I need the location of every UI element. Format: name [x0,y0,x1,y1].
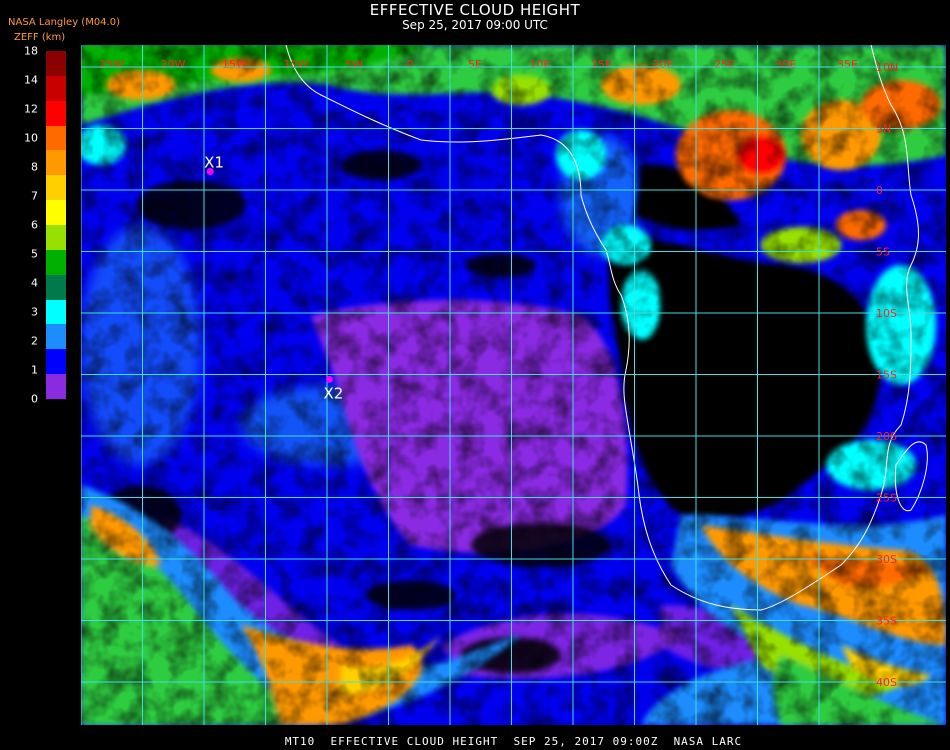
colorbar-label: 10 [24,131,38,145]
latitude-label: 25S [876,492,897,505]
colorbar-label: 3 [31,305,38,319]
latitude-label: 5N [876,123,891,136]
colorbar-segment [46,175,66,201]
colorbar: 18 14 12 10 8 7 6 5 4 3 2 1 0 [24,45,66,406]
cloud-field [81,45,946,725]
latitude-label: 5S [876,246,890,259]
colorbar-segment [46,200,66,226]
map-subtitle: Sep 25, 2017 09:00 UTC [402,18,548,32]
longitude-label: 20E [653,58,674,71]
provider-label: NASA Langley (M04.0) [8,17,120,28]
site-marker-label: X2 [323,384,343,402]
longitude-label: 25W [99,58,124,71]
colorbar-segment [46,150,66,176]
colorbar-segment [46,299,66,325]
longitude-label: 20W [161,58,186,71]
colorbar-segment [46,100,66,127]
colorbar-segment [46,125,66,151]
units-label: ZEFF (km) [14,32,66,43]
colorbar-label: 12 [24,102,38,116]
latitude-label: 10N [876,61,898,74]
colorbar-label: 18 [24,44,38,58]
latitude-label: 40S [876,676,897,689]
colorbar-label: 7 [31,189,38,203]
colorbar-label: 0 [31,392,38,406]
longitude-label: 30E [776,58,797,71]
latitude-label: 15S [876,369,897,382]
colorbar-segment [46,225,66,251]
latitude-label: 35S [876,615,897,628]
colorbar-segment [46,249,66,276]
colorbar-segment [46,75,66,102]
colorbar-segment [46,374,66,400]
colorbar-label: 4 [31,276,38,290]
longitude-label: 15E [591,58,612,71]
colorbar-label: 2 [31,334,38,348]
cloud-height-map: 25W 20W 15W 10W 5W 0 5E 10E 15E 20E 25E 30E 35E 10N 5N… [81,45,946,725]
colorbar-label: 14 [24,73,38,87]
site-marker-label: X1 [204,154,224,172]
longitude-label: 5W [345,58,363,71]
latitude-label: 0 [876,184,883,197]
colorbar-label: 8 [31,160,38,174]
latitude-label: 30S [876,553,897,566]
longitude-label: 15W [222,58,247,71]
site-marker-dot [325,375,333,383]
map-title: EFFECTIVE CLOUD HEIGHT [369,1,581,19]
longitude-label: 10W [284,58,309,71]
colorbar-label: 5 [31,247,38,261]
map-footer: MT10 EFFECTIVE CLOUD HEIGHT SEP 25, 2017… [284,735,743,748]
latitude-label: 10S [876,307,897,320]
colorbar-segment [46,274,66,301]
colorbar-label: 1 [31,363,38,377]
longitude-label: 35E [837,58,858,71]
colorbar-segment [46,349,66,375]
colorbar-label: 6 [31,218,38,232]
longitude-label: 5E [468,58,482,71]
colorbar-segment [46,51,66,77]
longitude-label: 25E [714,58,735,71]
colorbar-segment [46,324,66,350]
longitude-label: 10E [530,58,551,71]
longitude-label: 0 [407,58,414,71]
latitude-label: 20S [876,430,897,443]
